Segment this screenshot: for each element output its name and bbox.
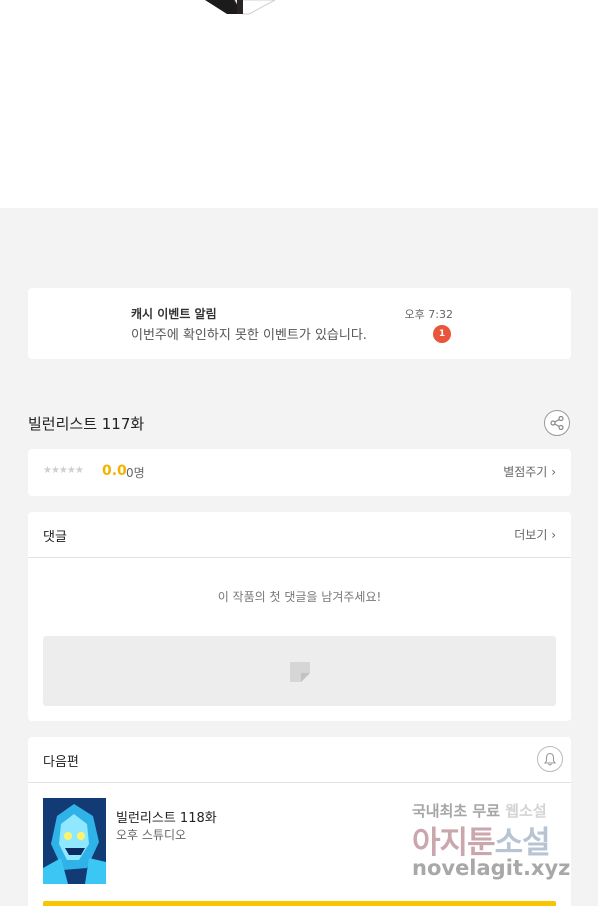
chevron-right-icon: ›	[551, 465, 556, 479]
next-episode-thumbnail[interactable]	[43, 798, 106, 884]
comments-header: 댓글 더보기 ›	[28, 512, 571, 558]
next-episode-name[interactable]: 빌런리스트 118화	[116, 807, 217, 826]
rating-count: 0명	[126, 466, 145, 480]
rate-button[interactable]: 별점주기 ›	[503, 463, 556, 480]
next-episode-button[interactable]	[43, 901, 556, 906]
next-episode-header: 다음편	[28, 737, 571, 783]
comments-title: 댓글	[43, 530, 67, 545]
watermark-line-3: novelagit.xyz	[412, 856, 571, 880]
rating-stars: ★★★★★	[43, 465, 84, 476]
comments-section: 댓글 더보기 › 이 작품의 첫 댓글을 남겨주세요!	[28, 512, 571, 721]
notice-count-badge: 1	[433, 325, 451, 343]
episode-title: 빌런리스트 117화	[28, 415, 145, 433]
notice-message: 이번주에 확인하지 못한 이벤트가 있습니다.	[131, 328, 367, 343]
comment-input[interactable]	[43, 636, 556, 706]
content-image-area	[0, 0, 598, 208]
comments-more-label: 더보기	[514, 528, 548, 542]
comments-more-button[interactable]: 더보기 ›	[514, 526, 556, 543]
bell-icon	[543, 752, 557, 766]
notification-button[interactable]	[537, 746, 563, 772]
next-episode-title: 다음편	[43, 755, 79, 770]
next-episode-author: 오후 스튜디오	[116, 828, 187, 842]
rate-button-label: 별점주기	[503, 465, 548, 479]
comment-icon	[290, 662, 310, 682]
rating-score: 0.0	[102, 463, 127, 479]
notice-time: 오후 7:32	[404, 308, 453, 321]
chevron-right-icon: ›	[551, 528, 556, 542]
comments-empty-message: 이 작품의 첫 댓글을 남겨주세요!	[217, 590, 382, 604]
comic-panel-art	[205, 0, 276, 15]
villain-cover-art	[43, 798, 106, 884]
site-watermark: 국내최초 무료 웹소설 아지툰소설 novelagit.xyz	[412, 800, 582, 884]
cash-event-notice[interactable]: 캐시 이벤트 알림 이번주에 확인하지 못한 이벤트가 있습니다. 오후 7:3…	[28, 288, 571, 359]
notice-title: 캐시 이벤트 알림	[131, 307, 217, 321]
share-icon	[550, 416, 564, 430]
rating-bar: ★★★★★ 0.0 0명 별점주기 ›	[28, 449, 571, 496]
share-button[interactable]	[544, 410, 570, 436]
